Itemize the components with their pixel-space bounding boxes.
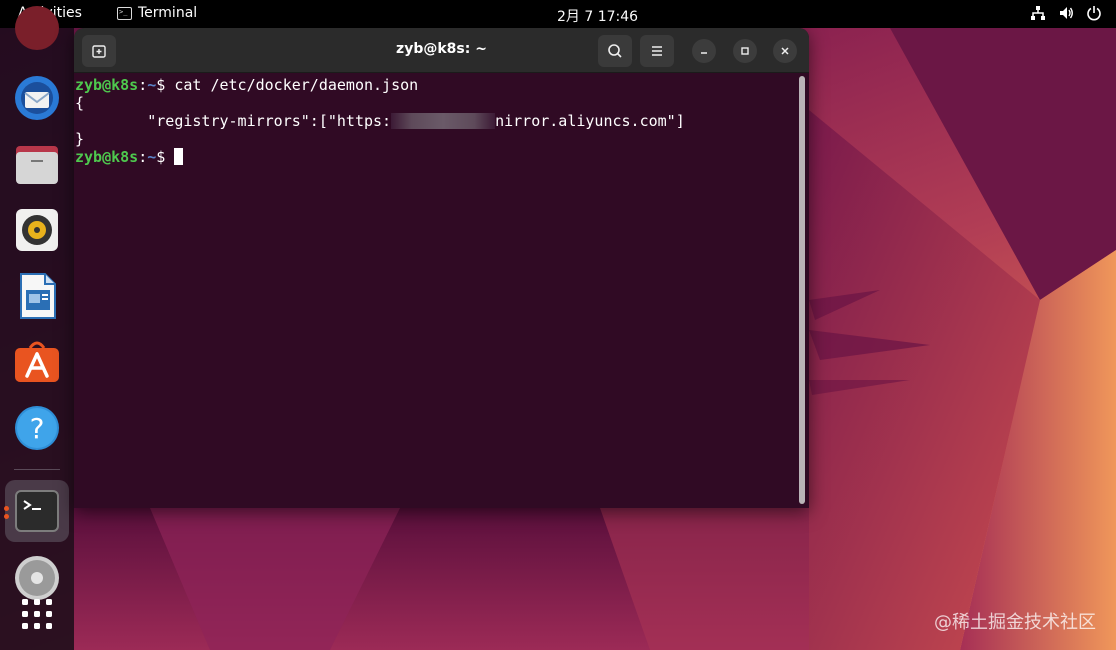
close-icon <box>781 47 789 55</box>
menu-icon <box>652 46 662 56</box>
dock-item-libreoffice-writer[interactable] <box>13 272 61 320</box>
prompt-separator: : <box>138 148 148 166</box>
app-name-label: Terminal <box>138 5 198 21</box>
terminal-icon <box>15 490 59 532</box>
dock-item-help[interactable]: ? <box>13 404 61 452</box>
dock-item-files[interactable] <box>13 140 61 188</box>
terminal-window: zyb@k8s: ~ zyb@k8s:~$ cat /etc/docker/da… <box>74 28 809 508</box>
dock: ? <box>0 6 74 650</box>
maximize-icon <box>741 47 749 55</box>
terminal-icon: >_ <box>117 6 132 20</box>
menu-button[interactable] <box>640 35 674 67</box>
app-menu-button[interactable]: >_ Terminal <box>117 5 197 21</box>
dock-item-rhythmbox[interactable] <box>13 206 61 254</box>
search-button[interactable] <box>598 35 632 67</box>
clock[interactable]: 2月 7 17:46 <box>557 6 638 26</box>
search-icon <box>608 44 622 58</box>
dock-item-thunderbird-mail[interactable] <box>13 74 61 122</box>
prompt-symbol: $ <box>156 76 175 94</box>
power-icon <box>1086 5 1102 25</box>
maximize-button[interactable] <box>733 39 757 63</box>
minimize-button[interactable] <box>692 39 716 63</box>
prompt-separator: : <box>138 76 148 94</box>
running-indicator <box>4 506 9 511</box>
prompt-path: ~ <box>147 148 157 166</box>
system-status-menu[interactable] <box>1030 5 1102 25</box>
minimize-icon <box>701 52 707 54</box>
document-icon <box>20 273 56 319</box>
close-button[interactable] <box>773 39 797 63</box>
output-text: nirror.aliyuncs.com"] <box>495 112 685 130</box>
text-cursor <box>174 148 184 165</box>
dock-item-terminal[interactable] <box>13 487 61 535</box>
prompt-user: zyb@k8s <box>75 76 139 94</box>
command-line: zyb@k8s:~$ cat /etc/docker/daemon.json <box>75 76 798 94</box>
folder-icon <box>16 146 58 184</box>
dock-item-ubuntu-software[interactable] <box>13 338 61 386</box>
command-text: cat /etc/docker/daemon.json <box>174 76 419 94</box>
svg-text:?: ? <box>30 412 45 445</box>
network-icon <box>1030 5 1046 25</box>
prompt-path: ~ <box>147 76 157 94</box>
terminal-output[interactable]: zyb@k8s:~$ cat /etc/docker/daemon.json{ … <box>74 74 798 508</box>
prompt-user: zyb@k8s <box>75 148 139 166</box>
mail-icon <box>15 76 59 120</box>
active-prompt-line: zyb@k8s:~$ <box>75 148 798 166</box>
output-line: "registry-mirrors":["https: nirror.aliyun… <box>75 112 798 130</box>
output-line: } <box>75 130 85 148</box>
output-text: "registry-mirrors":["https: <box>75 112 392 130</box>
watermark: @稀土掘金技术社区 <box>934 612 1096 633</box>
terminal-scrollbar[interactable] <box>799 76 805 504</box>
prompt-symbol: $ <box>156 148 175 166</box>
dock-separator <box>14 469 60 470</box>
app-store-icon <box>15 341 59 382</box>
running-indicator <box>4 514 9 519</box>
music-icon <box>16 209 58 251</box>
redacted-region <box>391 113 496 129</box>
help-icon: ? <box>15 406 59 450</box>
output-line: { <box>75 94 85 112</box>
show-applications-button[interactable] <box>13 590 61 638</box>
window-headerbar[interactable]: zyb@k8s: ~ <box>74 28 809 73</box>
volume-icon <box>1058 5 1074 25</box>
app-grid-icon <box>22 599 52 629</box>
dock-item-partial[interactable] <box>13 4 61 52</box>
top-bar: Activities >_ Terminal 2月 7 17:46 <box>0 0 1116 28</box>
